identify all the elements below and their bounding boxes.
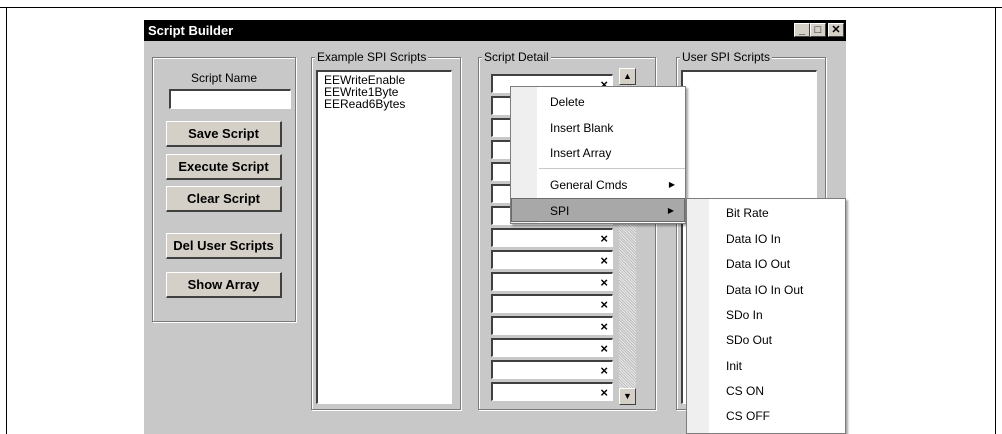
row-clear-icon[interactable]: × [600,231,608,246]
menu-item-general-cmds[interactable]: General Cmds ▶ [511,173,685,197]
script-detail-row[interactable]: × [491,250,613,269]
scroll-up-button[interactable]: ▲ [619,68,636,85]
frame-top-border [0,7,1002,8]
save-script-button[interactable]: Save Script [166,121,282,147]
script-detail-row[interactable]: × [491,382,613,401]
menu-item-spi[interactable]: SPI ▶ [511,198,685,222]
menu-item-label: General Cmds [550,178,628,192]
menu-item-label: Data IO In Out [726,283,804,297]
user-scripts-legend: User SPI Scripts [680,50,773,64]
menu-item-label: SDo In [726,308,763,322]
window-title: Script Builder [148,23,234,38]
submenu-item-data-io-in-out[interactable]: Data IO In Out [687,278,845,302]
list-item[interactable]: EERead6Bytes [318,98,451,110]
submenu-item-cs-on[interactable]: CS ON [687,379,845,403]
submenu-item-sdo-out[interactable]: SDo Out [687,328,845,352]
scroll-down-button[interactable]: ▼ [619,388,636,405]
clear-script-button[interactable]: Clear Script [166,186,282,212]
execute-script-button[interactable]: Execute Script [166,154,282,180]
script-name-label: Script Name [191,71,258,85]
submenu-arrow-icon: ▶ [668,180,675,189]
menu-item-label: CS ON [726,384,765,398]
script-detail-legend: Script Detail [482,50,551,64]
row-clear-icon[interactable]: × [600,385,608,400]
example-scripts-list[interactable]: EEWriteEnable EEWrite1Byte EERead6Bytes [316,70,452,404]
script-detail-row[interactable]: × [491,272,613,291]
menu-item-insert-array[interactable]: Insert Array [511,141,685,165]
menu-item-label: CS OFF [726,409,770,423]
example-scripts-legend: Example SPI Scripts [315,50,429,64]
script-detail-row[interactable]: × [491,228,613,247]
spi-submenu: Bit Rate Data IO In Data IO Out Data IO … [686,198,846,434]
menu-item-label: Init [726,359,743,373]
submenu-item-cs-off[interactable]: CS OFF [687,404,845,428]
script-name-input[interactable] [169,89,291,109]
show-array-button[interactable]: Show Array [166,272,282,298]
submenu-item-sdo-in[interactable]: SDo In [687,303,845,327]
row-clear-icon[interactable]: × [600,275,608,290]
script-detail-row[interactable]: × [491,294,613,313]
row-clear-icon[interactable]: × [600,253,608,268]
close-button[interactable]: ✕ [828,23,844,37]
menu-item-label: SPI [550,204,570,218]
context-menu: Delete Insert Blank Insert Array General… [510,86,686,224]
minimize-button[interactable]: _ [794,23,810,37]
menu-item-insert-blank[interactable]: Insert Blank [511,116,685,140]
frame-left-border [6,7,7,434]
submenu-item-bit-rate[interactable]: Bit Rate [687,201,845,225]
script-detail-row[interactable]: × [491,360,613,379]
script-detail-row[interactable]: × [491,338,613,357]
menu-item-delete[interactable]: Delete [511,90,685,114]
row-clear-icon[interactable]: × [600,363,608,378]
menu-item-label: Insert Array [550,146,612,160]
row-clear-icon[interactable]: × [600,297,608,312]
title-bar[interactable]: Script Builder _ □ ✕ [144,20,846,41]
submenu-item-data-io-in[interactable]: Data IO In [687,227,845,251]
frame-right-border [995,7,996,434]
menu-item-label: Bit Rate [726,206,769,220]
del-user-scripts-button[interactable]: Del User Scripts [166,233,282,259]
menu-item-label: Data IO Out [726,257,791,271]
menu-item-label: SDo Out [726,333,773,347]
menu-separator [539,168,685,169]
submenu-arrow-icon: ▶ [667,206,674,215]
row-clear-icon[interactable]: × [600,341,608,356]
submenu-item-init[interactable]: Init [687,354,845,378]
menu-item-label: Delete [550,95,585,109]
submenu-item-data-io-out[interactable]: Data IO Out [687,252,845,276]
menu-item-label: Insert Blank [550,121,614,135]
script-controls-group: Script Name Save Script Execute Script C… [152,57,296,322]
maximize-button[interactable]: □ [810,23,826,37]
menu-item-label: Data IO In [726,232,781,246]
script-detail-row[interactable]: × [491,316,613,335]
example-scripts-group: Example SPI Scripts EEWriteEnable EEWrit… [311,50,461,410]
row-clear-icon[interactable]: × [600,319,608,334]
